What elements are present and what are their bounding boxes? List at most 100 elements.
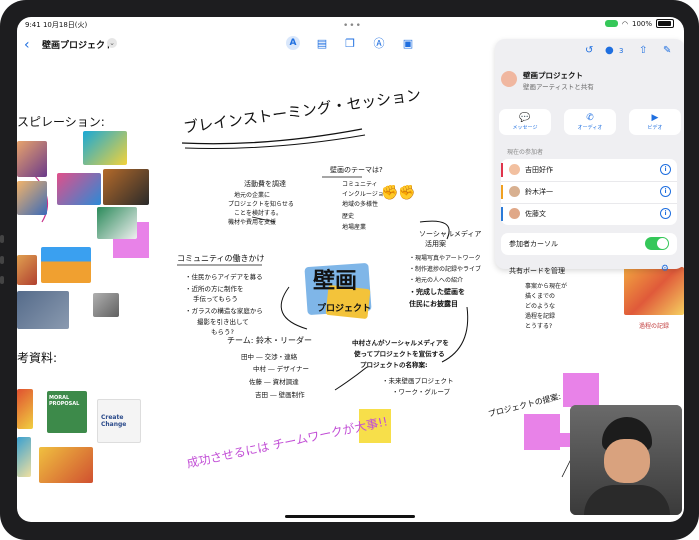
reference-card-moral[interactable]: MORAL PROPOSAL (47, 391, 87, 433)
community-line: 手伝ってもらう (193, 295, 238, 303)
theme-line: 地場産業 (342, 224, 367, 231)
naming-line: 中村さんがソーシャルメディアを (352, 339, 449, 347)
social-title: ソーシャルメディア (419, 230, 482, 238)
person-body (584, 485, 670, 515)
funding-line: 地元の企業に (234, 192, 271, 199)
message-button[interactable]: 💬 メッセージ (499, 109, 551, 135)
info-icon[interactable]: i (660, 186, 671, 197)
video-button[interactable]: ▶ ビデオ (629, 109, 681, 135)
avatar (509, 186, 520, 197)
share-icon[interactable]: ⇧ (639, 45, 647, 56)
team-line: 中村 ― デザイナー (253, 365, 310, 373)
inspiration-photo[interactable] (57, 173, 101, 205)
community-title: コミュニティの働きかけ (177, 254, 265, 263)
person-face (604, 439, 650, 483)
people-settings-icon: ⚙ (660, 264, 669, 274)
facetime-video-tile[interactable] (570, 405, 682, 515)
audio-button[interactable]: ✆ オーディオ (564, 109, 616, 135)
funding-line: プロジェクトを知らせる (228, 201, 294, 208)
sticky-note-pink[interactable] (524, 414, 560, 450)
home-indicator[interactable] (285, 515, 415, 518)
logo-text-main: 壁画 (313, 269, 358, 294)
logo-text-sub: プロジェクト (317, 304, 372, 314)
social-line: 住民にお披露目 (409, 300, 458, 308)
reference-thumb[interactable] (39, 447, 93, 483)
manage-board-row[interactable]: 共有ボードを管理 ⚙ (501, 261, 677, 281)
team-line: 佐藤 ― 資材調達 (249, 378, 299, 386)
inspiration-video[interactable] (17, 291, 69, 329)
social-title-2: 活用案 (425, 240, 446, 248)
funding-line: 機材や費用を支援 (228, 219, 277, 226)
right-line: どのような (525, 303, 556, 310)
inspiration-label[interactable]: スピレーション: (17, 113, 105, 130)
right-line: 過程を記録 (525, 313, 556, 320)
participants-avatar-icon[interactable]: ● (605, 45, 614, 56)
participants-section-label: 現在の参加者 (507, 149, 544, 156)
panel-title: 壁画プロジェクト (523, 71, 583, 80)
process-label[interactable]: 過程の記録 (639, 321, 669, 330)
naming-line: プロジェクトの名称案: (360, 361, 428, 369)
ipad-frame: 9:41 10月18日(火) ••• ◠ 100% ‹ 壁画プロジェクト ⌄ A… (0, 0, 699, 540)
theme-line: 地域の多様性 (342, 201, 379, 208)
panel-subtitle: 壁画アーティストと共有 (523, 83, 594, 91)
inspiration-photo[interactable] (97, 207, 137, 239)
social-line: ・現場写真やアートワーク (409, 255, 481, 262)
participant-row[interactable]: 鈴木洋一 i (501, 181, 677, 204)
naming-line: ・ワーク・グループ (392, 388, 450, 396)
collaboration-panel: ↺ ● 3 ⇧ ✎ 壁画プロジェクト 壁画アーティストと共有 💬 メッセージ ✆… (495, 39, 684, 275)
funding-line: ことを検討する。 (234, 210, 283, 217)
naming-line: 使ってプロジェクトを宣伝する (354, 350, 445, 358)
team-title: チーム: 鈴木・リーダー (227, 336, 312, 345)
video-icon: ▶ (651, 113, 659, 123)
right-line: 事案から現在が (525, 283, 568, 290)
side-button (0, 256, 4, 264)
message-icon: 💬 (519, 113, 531, 123)
naming-line: ・未来壁画プロジェクト (382, 377, 454, 385)
phone-icon: ✆ (586, 113, 594, 123)
history-icon[interactable]: ↺ (585, 45, 593, 56)
theme-line: 歴史 (342, 213, 355, 220)
inspiration-photo[interactable] (41, 247, 91, 283)
reference-thumb[interactable] (17, 437, 31, 477)
board-avatar (501, 71, 517, 87)
participant-row[interactable]: 佐藤文 i (501, 203, 677, 225)
community-line: ・住民からアイデアを募る (185, 273, 263, 281)
info-icon[interactable]: i (660, 208, 671, 219)
community-line: ・近所の方に制作を (185, 285, 244, 293)
contact-actions: 💬 メッセージ ✆ オーディオ ▶ ビデオ (499, 109, 681, 135)
inspiration-photo[interactable] (83, 131, 127, 165)
participant-row[interactable]: 吉田好作 i (501, 159, 677, 182)
participants-list: 吉田好作 i 鈴木洋一 i 佐藤文 i (501, 159, 677, 225)
community-line: ・ガラスの構造な家庭から (185, 307, 263, 315)
avatar (509, 164, 520, 175)
right-line: とうする? (525, 323, 553, 330)
inspiration-photo[interactable] (17, 181, 47, 215)
reference-card-change[interactable]: Create Change (97, 399, 141, 443)
community-line: 撮影を引き出して (197, 318, 249, 326)
social-line: ・完成した壁画を (409, 288, 465, 296)
participant-count: 3 (619, 47, 624, 55)
mural-logo[interactable]: 壁画 プロジェクト (303, 257, 375, 320)
reference-thumb[interactable] (17, 389, 33, 429)
side-button (0, 235, 4, 243)
inspiration-video[interactable] (93, 293, 119, 317)
fist-bump-emoji-icon[interactable]: ✊✊ (381, 185, 416, 201)
participant-cursor-row: 参加者カーソル (501, 233, 677, 255)
participant-cursor-toggle[interactable] (645, 237, 669, 250)
info-icon[interactable]: i (660, 164, 671, 175)
inspiration-photo[interactable] (17, 255, 37, 285)
right-line: 描くまでの (525, 293, 556, 300)
team-line: 田中 ― 交渉・連絡 (241, 353, 298, 361)
reference-card-title: MORAL PROPOSAL (49, 395, 80, 407)
panel-toolbar: ↺ ● 3 ⇧ ✎ (495, 39, 684, 63)
reference-label[interactable]: 考資料: (17, 349, 57, 366)
compose-icon[interactable]: ✎ (663, 45, 671, 56)
theme-title: 壁画のテーマは? (330, 166, 383, 174)
sticky-note-pink[interactable] (563, 373, 599, 407)
panel-header: 壁画プロジェクト 壁画アーティストと共有 (501, 65, 676, 97)
inspiration-photo[interactable] (17, 141, 47, 177)
avatar (509, 208, 520, 219)
social-line: ・地元の人への紹介 (409, 277, 464, 284)
inspiration-photo[interactable] (103, 169, 149, 205)
theme-line: コミュニティ (342, 181, 378, 188)
